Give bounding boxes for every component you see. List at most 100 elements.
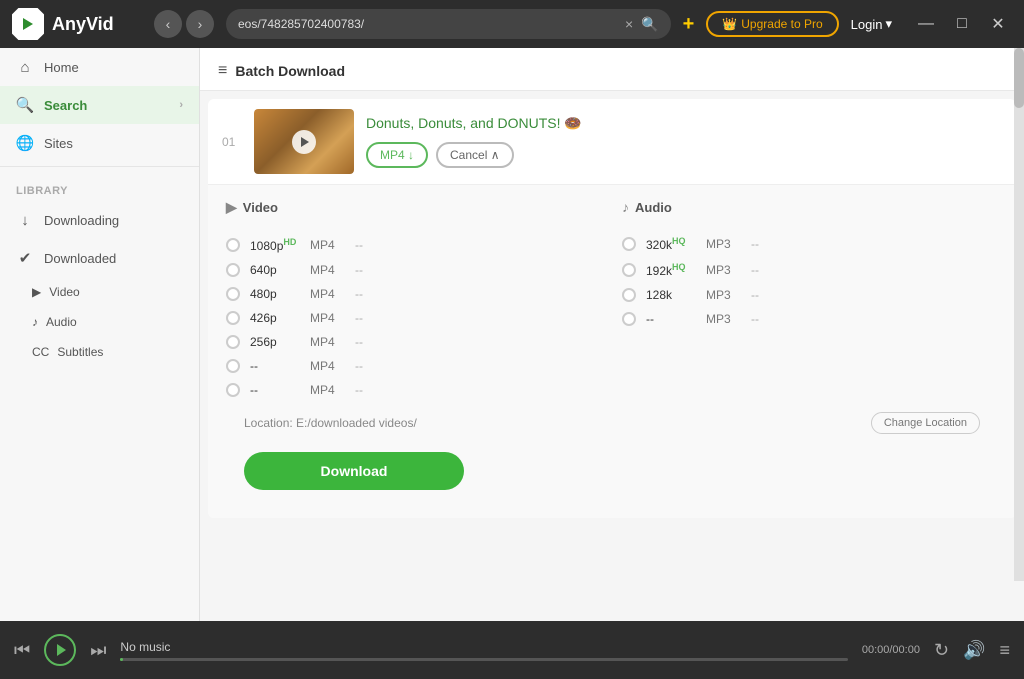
player-volume-button[interactable]: 🔊 [963,640,985,661]
video-radio-na1[interactable] [226,359,240,373]
change-location-button[interactable]: Change Location [871,412,980,434]
sidebar-item-video[interactable]: ▶ Video [0,277,199,307]
video-size-na2: -- [355,383,385,397]
video-res-480: 480p [250,287,310,301]
video-col-label: Video [243,200,278,215]
sidebar-item-downloaded[interactable]: ✔ Downloaded [0,239,199,277]
sidebar-item-sites[interactable]: 🌐 Sites [0,124,199,162]
video-size-480: -- [355,287,385,301]
sidebar-video-label: Video [49,285,79,299]
audio-type-320: MP3 [706,237,751,251]
player-progress-bar[interactable] [120,658,847,661]
video-size-na1: -- [355,359,385,373]
sidebar-item-subtitles[interactable]: CC Subtitles [0,337,199,367]
player-next-button[interactable]: ⏭ [90,640,106,661]
globe-icon: 🌐 [16,134,34,152]
bottom-player: ⏮ ⏭ No music 00:00/00:00 ↻ 🔊 ≡ [0,621,1024,679]
minimize-button[interactable]: — [912,10,940,38]
login-label: Login [851,17,883,32]
upgrade-button[interactable]: 👑 Upgrade to Pro [706,11,838,37]
sidebar-home-label: Home [44,60,79,75]
audio-col-label: Audio [635,200,672,215]
batch-title: Batch Download [235,63,345,79]
sidebar-item-search[interactable]: 🔍 Search › [0,86,199,124]
video-format-row-640: 640p MP4 -- [226,258,602,282]
login-button[interactable]: Login ▾ [851,16,892,32]
scrollbar-track[interactable] [1014,48,1024,581]
new-tab-button[interactable]: + [683,13,695,36]
audio-res-192: 192kHQ [646,262,706,278]
location-bar: Location: E:/downloaded videos/ Change L… [226,402,998,444]
maximize-button[interactable]: □ [948,10,976,38]
video-format-row-na2: -- MP4 -- [226,378,602,402]
address-text: eos/748285702400783/ [238,17,617,31]
audio-format-row-na: -- MP3 -- [622,307,998,331]
search-icon[interactable]: 🔍 [641,16,658,33]
play-overlay [292,130,316,154]
audio-col-icon: ♪ [622,199,629,215]
close-tab-icon[interactable]: × [625,16,633,32]
audio-res-320: 320kHQ [646,236,706,252]
batch-icon: ≡ [218,62,227,80]
sidebar-audio-label: Audio [46,315,77,329]
checkmark-icon: ✔ [16,249,34,267]
forward-button[interactable]: › [186,10,214,38]
search-icon: 🔍 [16,96,34,114]
sidebar-item-audio[interactable]: ♪ Audio [0,307,199,337]
video-radio-426[interactable] [226,311,240,325]
video-type-640: MP4 [310,263,355,277]
play-triangle-icon [301,137,309,147]
player-play-button[interactable] [44,634,76,666]
format-panel: ▶ Video 1080pHD MP4 -- 640p [208,184,1016,518]
audio-type-192: MP3 [706,263,751,277]
player-prev-button[interactable]: ⏮ [14,640,30,661]
app-logo: AnyVid [12,8,142,40]
video-res-na2: -- [250,383,310,397]
sidebar-search-label: Search [44,98,87,113]
cancel-label: Cancel ∧ [450,148,499,162]
video-actions: MP4 ↓ Cancel ∧ [366,142,1002,168]
video-size-640: -- [355,263,385,277]
video-thumbnail [254,109,354,174]
mp4-button[interactable]: MP4 ↓ [366,142,428,168]
sidebar-item-downloading[interactable]: ↓ Downloading [0,201,199,239]
video-radio-1080[interactable] [226,238,240,252]
chevron-down-icon: ▾ [885,16,892,32]
player-progress-fill [120,658,123,661]
download-button[interactable]: Download [244,452,464,490]
player-time: 00:00/00:00 [862,644,920,656]
sidebar-item-home[interactable]: ⌂ Home [0,48,199,86]
audio-radio-192[interactable] [622,263,636,277]
scrollbar-thumb[interactable] [1014,48,1024,108]
video-size-256: -- [355,335,385,349]
video-format-col: ▶ Video 1080pHD MP4 -- 640p [226,199,602,402]
audio-icon: ♪ [32,315,38,329]
audio-size-128: -- [751,288,781,302]
window-controls: — □ ✕ [912,10,1012,38]
back-button[interactable]: ‹ [154,10,182,38]
video-radio-na2[interactable] [226,383,240,397]
cancel-button[interactable]: Cancel ∧ [436,142,513,168]
video-format-row-1080: 1080pHD MP4 -- [226,232,602,258]
video-format-row-426: 426p MP4 -- [226,306,602,330]
close-button[interactable]: ✕ [984,10,1012,38]
audio-radio-128[interactable] [622,288,636,302]
audio-format-row-320: 320kHQ MP3 -- [622,231,998,257]
video-radio-256[interactable] [226,335,240,349]
upgrade-label: Upgrade to Pro [741,17,822,31]
video-type-na1: MP4 [310,359,355,373]
content-area: ≡ Batch Download 01 Donuts, Donuts, and … [200,48,1024,621]
video-radio-640[interactable] [226,263,240,277]
audio-type-na: MP3 [706,312,751,326]
player-queue-button[interactable]: ≡ [999,640,1010,661]
video-radio-480[interactable] [226,287,240,301]
video-type-426: MP4 [310,311,355,325]
sidebar-sites-label: Sites [44,136,73,151]
audio-radio-na[interactable] [622,312,636,326]
audio-format-col: ♪ Audio 320kHQ MP3 -- 192kHQ MP3 [622,199,998,402]
audio-radio-320[interactable] [622,237,636,251]
location-text: Location: E:/downloaded videos/ [244,416,417,430]
app-name: AnyVid [52,14,114,35]
player-repeat-button[interactable]: ↻ [934,640,949,661]
audio-size-320: -- [751,237,781,251]
